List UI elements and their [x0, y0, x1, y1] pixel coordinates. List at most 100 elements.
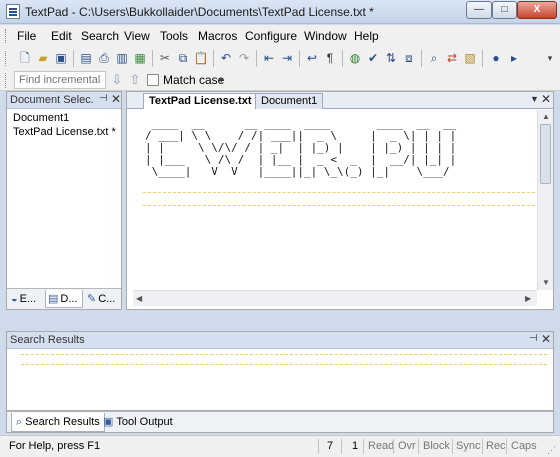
sort-icon[interactable]: ⇅: [383, 50, 399, 66]
findbar-chevron-down-icon[interactable]: ▾: [219, 75, 224, 86]
menu-file[interactable]: File: [17, 29, 36, 43]
toolbar-separator: [482, 50, 483, 67]
status-bar: For Help, press F1 7 1 Read Ovr Block Sy…: [0, 435, 560, 457]
match-case-checkbox[interactable]: [147, 74, 159, 86]
main-toolbar: 🗋 ▰ ▣ ▤ ⎙ ▥ ▦ ✂ ⧉ 📋 ↶ ↷ ⇤ ⇥ ↩ ¶ ◍ ✔ ⇅ ⧈ …: [0, 47, 560, 70]
clip-library-icon: ✎: [87, 293, 97, 305]
find-in-files-icon[interactable]: ▧: [462, 50, 478, 66]
find-next-down-icon[interactable]: ⇩: [109, 71, 125, 89]
word-wrap-icon[interactable]: ↩: [304, 50, 320, 66]
record-macro-icon[interactable]: ●: [488, 50, 504, 66]
text-editor-area[interactable]: ____ __ __ ____ ____ ____ __ __ / ___| \ …: [133, 110, 537, 290]
pin-icon[interactable]: ⊣: [99, 93, 108, 104]
search-results-icon: ⌕: [16, 416, 23, 428]
results-highlight-line: [21, 364, 547, 365]
resize-grip-icon[interactable]: ⋰: [547, 445, 556, 456]
tab-explorer[interactable]: ◒ E...: [9, 290, 45, 308]
outdent-icon[interactable]: ⇥: [279, 50, 295, 66]
document-selector-title: Document Selec...: [10, 94, 94, 106]
scroll-up-icon[interactable]: ▲: [542, 112, 550, 121]
scroll-down-icon[interactable]: ▼: [542, 278, 550, 287]
status-separator: [482, 439, 483, 454]
toolbar-separator: [342, 50, 343, 67]
close-document-icon[interactable]: ✕: [541, 92, 551, 106]
scroll-right-icon[interactable]: ▶: [525, 294, 531, 303]
save-icon[interactable]: ▣: [53, 50, 69, 66]
status-line-number: 7: [327, 440, 334, 452]
spelling-icon[interactable]: ✔: [365, 50, 381, 66]
copy-icon[interactable]: ⧉: [175, 50, 191, 66]
status-separator: [418, 439, 419, 454]
findbar-grip[interactable]: [5, 73, 8, 88]
output-tabs: ⌕ Search Results ▣ Tool Output: [6, 411, 554, 433]
tab-textpad-license[interactable]: TextPad License.txt *: [143, 93, 265, 109]
textpad-app-icon[interactable]: [6, 4, 20, 19]
menu-view[interactable]: View: [124, 29, 150, 43]
scroll-thumb[interactable]: [540, 124, 551, 184]
highlight-marker-line: [143, 192, 535, 193]
close-icon[interactable]: ✕: [541, 332, 551, 346]
close-icon[interactable]: ✕: [111, 92, 121, 106]
editor-horizontal-scrollbar[interactable]: ◀ ▶: [133, 290, 537, 306]
find-icon[interactable]: ⌕: [426, 50, 442, 66]
menu-grip[interactable]: [5, 29, 8, 43]
toolbar-separator: [73, 50, 74, 67]
document-list-item[interactable]: TextPad License.txt *: [13, 126, 116, 138]
indent-icon[interactable]: ⇤: [261, 50, 277, 66]
scroll-left-icon[interactable]: ◀: [136, 294, 142, 303]
match-case-label: Match case: [163, 73, 225, 87]
menu-tools[interactable]: Tools: [160, 29, 188, 43]
tab-documents[interactable]: ▤ D...: [45, 290, 83, 308]
status-block: Block: [423, 440, 450, 452]
window-title: TextPad - C:\Users\Bukkollaider\Document…: [25, 5, 374, 19]
paste-icon[interactable]: 📋: [193, 50, 209, 66]
open-file-icon[interactable]: ▰: [35, 50, 51, 66]
tab-clip-library[interactable]: ✎ C...: [85, 290, 121, 308]
undo-icon[interactable]: ↶: [218, 50, 234, 66]
replace-icon[interactable]: ⇄: [444, 50, 460, 66]
menu-configure[interactable]: Configure: [245, 29, 297, 43]
document-list-item[interactable]: Document1: [13, 112, 69, 124]
play-macro-icon[interactable]: ▸: [506, 50, 522, 66]
tab-tool-output[interactable]: ▣ Tool Output: [99, 413, 177, 432]
tab-document1[interactable]: Document1: [255, 93, 324, 109]
document-tab-strip: TextPad License.txt * Document1 ▼ ✕: [127, 92, 553, 109]
redo-icon[interactable]: ↷: [236, 50, 252, 66]
close-window-button[interactable]: X: [517, 1, 557, 19]
menu-help[interactable]: Help: [354, 29, 379, 43]
menu-bar: File Edit Search View Tools Macros Confi…: [0, 25, 560, 47]
minimize-button[interactable]: —: [466, 1, 492, 19]
browser-icon[interactable]: ◍: [347, 50, 363, 66]
search-results-header: Search Results ⊣ ✕: [7, 332, 553, 349]
tab-explorer-label: E...: [19, 293, 37, 305]
print-preview-icon[interactable]: ▥: [114, 50, 130, 66]
highlight-marker-line: [143, 205, 535, 206]
document-properties-icon[interactable]: ▦: [132, 50, 148, 66]
compare-icon[interactable]: ⧈: [401, 50, 417, 66]
search-results-pane: Search Results ⊣ ✕: [6, 331, 554, 411]
menu-window[interactable]: Window: [304, 29, 347, 43]
status-separator: [341, 439, 342, 454]
documents-icon: ▤: [48, 293, 59, 305]
tab-search-results[interactable]: ⌕ Search Results: [11, 413, 105, 432]
menu-search[interactable]: Search: [81, 29, 119, 43]
new-file-icon[interactable]: 🗋: [17, 50, 33, 66]
maximize-button[interactable]: □: [492, 1, 517, 19]
find-previous-up-icon[interactable]: ⇧: [127, 71, 143, 89]
editor-vertical-scrollbar[interactable]: ▲ ▼: [537, 110, 553, 290]
print-icon[interactable]: ⎙: [96, 50, 112, 66]
find-incrementally-input[interactable]: [14, 71, 106, 89]
toolbar-overflow-icon[interactable]: ▾: [542, 50, 558, 66]
tool-output-icon: ▣: [103, 416, 114, 428]
save-all-icon[interactable]: ▤: [78, 50, 94, 66]
cut-icon[interactable]: ✂: [157, 50, 173, 66]
tab-list-chevron-icon[interactable]: ▼: [530, 94, 539, 104]
toolbar-grip[interactable]: [5, 51, 8, 66]
status-column-number: 1: [352, 440, 359, 452]
visible-spaces-icon[interactable]: ¶: [322, 50, 338, 66]
menu-macros[interactable]: Macros: [198, 29, 237, 43]
toolbar-separator: [299, 50, 300, 67]
pin-icon[interactable]: ⊣: [529, 333, 538, 344]
toolbar-separator: [256, 50, 257, 67]
menu-edit[interactable]: Edit: [51, 29, 72, 43]
